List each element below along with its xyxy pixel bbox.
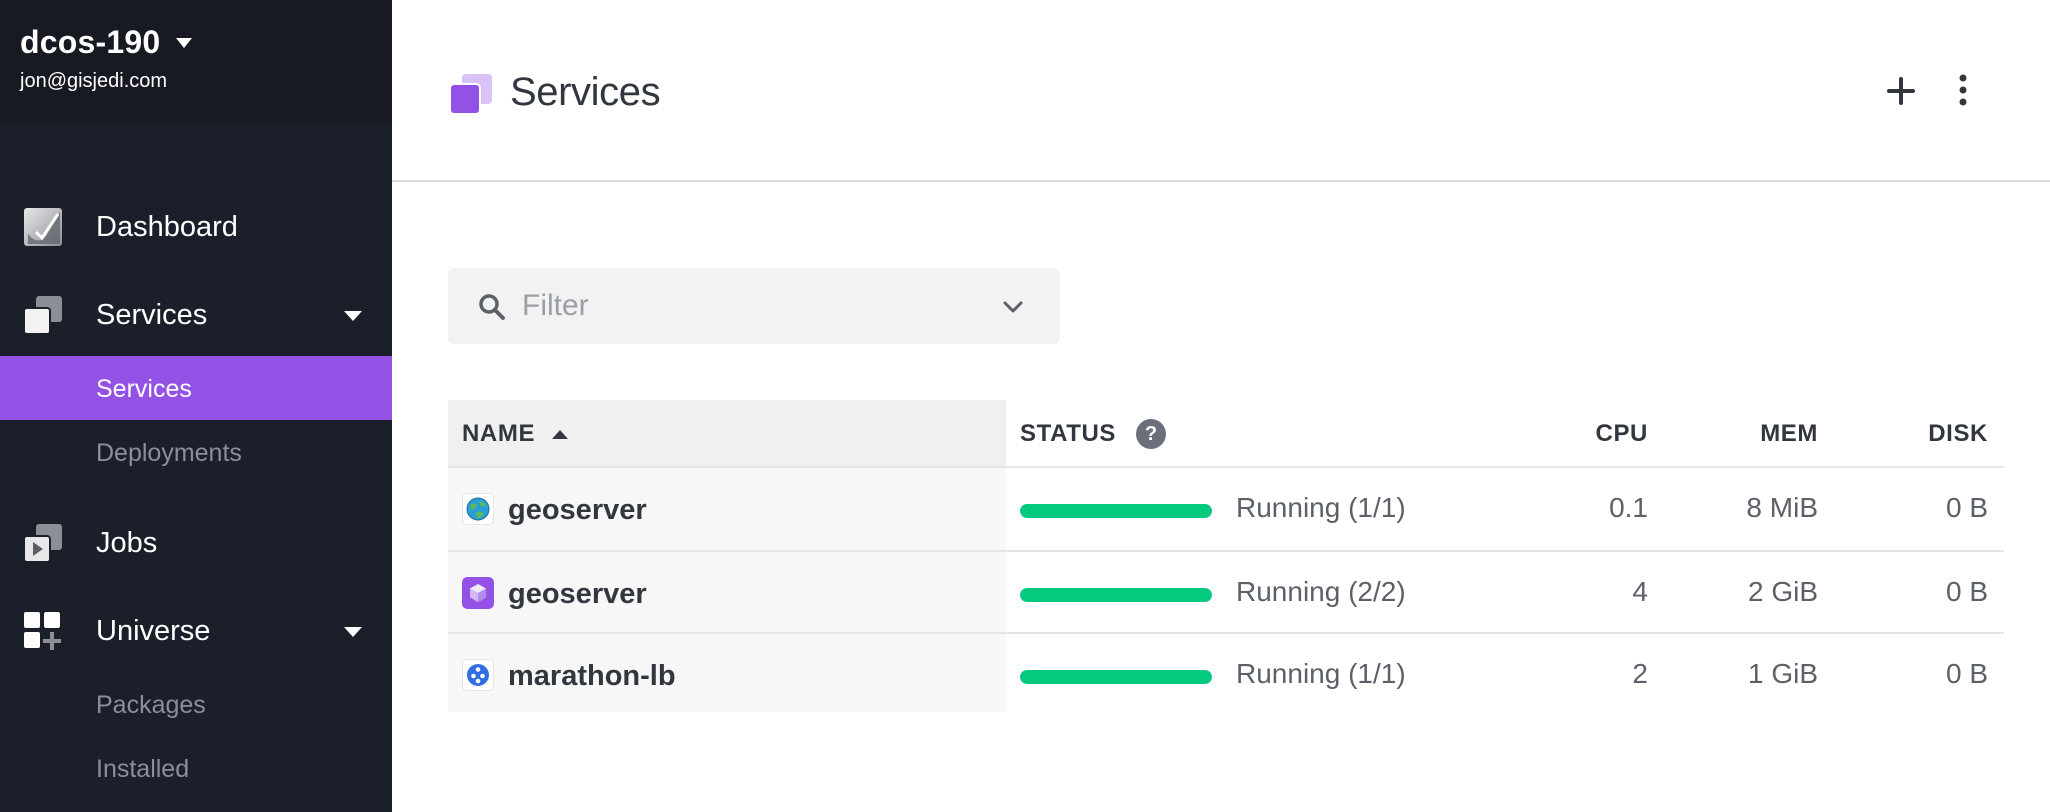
help-icon[interactable]: ? bbox=[1136, 419, 1166, 449]
sidebar-subitem-label: Packages bbox=[96, 691, 206, 719]
status-text: Running (1/1) bbox=[1236, 492, 1406, 523]
search-icon bbox=[479, 294, 505, 320]
sidebar-subitem-services[interactable]: Services bbox=[0, 356, 392, 420]
column-header-disk[interactable]: DISK bbox=[1828, 420, 1988, 448]
cpu-value: 4 bbox=[1632, 576, 1648, 607]
status-text: Running (1/1) bbox=[1236, 658, 1406, 689]
dashboard-icon bbox=[24, 208, 62, 246]
cube-icon bbox=[462, 577, 494, 609]
disk-value: 0 B bbox=[1945, 492, 1988, 523]
universe-icon bbox=[24, 612, 61, 650]
sidebar-item-label: Dashboard bbox=[96, 211, 238, 243]
globe-icon bbox=[462, 493, 494, 525]
sidebar-item-label: Services bbox=[96, 299, 208, 331]
sidebar-item-services[interactable]: Services bbox=[0, 284, 392, 344]
sidebar-subitem-packages[interactable]: Packages bbox=[0, 672, 392, 736]
status-progress-bar bbox=[1020, 504, 1212, 518]
cpu-value: 0.1 bbox=[1609, 492, 1648, 523]
mem-value: 8 MiB bbox=[1746, 492, 1818, 523]
service-name-link[interactable]: geoserver bbox=[508, 494, 647, 527]
disk-value: 0 B bbox=[1945, 658, 1988, 689]
filter-box[interactable] bbox=[448, 268, 1060, 344]
filter-input[interactable] bbox=[522, 284, 992, 328]
status-progress-fill bbox=[1020, 670, 1212, 684]
page-title: Services bbox=[510, 70, 661, 114]
jobs-icon bbox=[23, 524, 62, 563]
cpu-value: 2 bbox=[1632, 658, 1648, 689]
column-header-name[interactable]: NAME bbox=[462, 420, 535, 448]
user-email: jon@gisjedi.com bbox=[20, 70, 168, 92]
sidebar-subitem-label: Installed bbox=[96, 755, 190, 783]
sidebar-subitem-label: Deployments bbox=[96, 439, 242, 467]
sidebar-item-jobs[interactable]: Jobs bbox=[0, 512, 392, 572]
sidebar-item-universe[interactable]: Universe bbox=[0, 600, 392, 660]
sidebar-subitem-label: Services bbox=[96, 375, 192, 403]
network-icon bbox=[462, 659, 494, 691]
column-header-mem[interactable]: MEM bbox=[1648, 420, 1818, 448]
mem-value: 2 GiB bbox=[1747, 576, 1818, 607]
column-header-cpu[interactable]: CPU bbox=[1548, 420, 1648, 448]
page-header: Services bbox=[392, 0, 2050, 182]
sidebar-item-label: Universe bbox=[96, 615, 211, 647]
table-row[interactable]: geoserver Running (2/2) 4 2 GiB 0 B bbox=[448, 552, 2004, 634]
sidebar: dcos-190 jon@gisjedi.com Dashboard Servi… bbox=[0, 0, 392, 812]
caret-down-icon[interactable] bbox=[344, 627, 362, 637]
status-progress-bar bbox=[1020, 588, 1212, 602]
cluster-header[interactable]: dcos-190 jon@gisjedi.com bbox=[0, 0, 392, 124]
status-progress-fill bbox=[1020, 588, 1212, 602]
plus-icon bbox=[1887, 77, 1915, 105]
status-progress-fill bbox=[1020, 504, 1212, 518]
sort-ascending-icon[interactable] bbox=[552, 430, 568, 439]
status-progress-bar bbox=[1020, 670, 1212, 684]
more-vertical-icon bbox=[1959, 74, 1967, 106]
caret-down-icon[interactable] bbox=[176, 38, 192, 48]
sidebar-item-label: Jobs bbox=[96, 527, 158, 559]
column-header-status[interactable]: STATUS bbox=[1020, 420, 1116, 448]
more-options-button[interactable] bbox=[1948, 68, 1978, 114]
chevron-down-icon[interactable] bbox=[1000, 294, 1026, 320]
status-text: Running (2/2) bbox=[1236, 576, 1406, 607]
table-row[interactable]: geoserver Running (1/1) 0.1 8 MiB 0 B bbox=[448, 468, 2004, 550]
services-icon bbox=[23, 296, 62, 335]
mem-value: 1 GiB bbox=[1747, 658, 1818, 689]
sidebar-subitem-deployments[interactable]: Deployments bbox=[0, 420, 392, 484]
service-name-link[interactable]: geoserver bbox=[508, 578, 647, 611]
services-icon bbox=[450, 74, 492, 115]
service-name-link[interactable]: marathon-lb bbox=[508, 660, 676, 693]
add-service-button[interactable] bbox=[1878, 68, 1924, 114]
cluster-name[interactable]: dcos-190 bbox=[20, 24, 160, 61]
table-row[interactable]: marathon-lb Running (1/1) 2 1 GiB 0 B bbox=[448, 634, 2004, 716]
sidebar-subitem-installed[interactable]: Installed bbox=[0, 736, 392, 800]
sidebar-item-dashboard[interactable]: Dashboard bbox=[0, 196, 392, 256]
disk-value: 0 B bbox=[1945, 576, 1988, 607]
caret-down-icon[interactable] bbox=[344, 311, 362, 321]
